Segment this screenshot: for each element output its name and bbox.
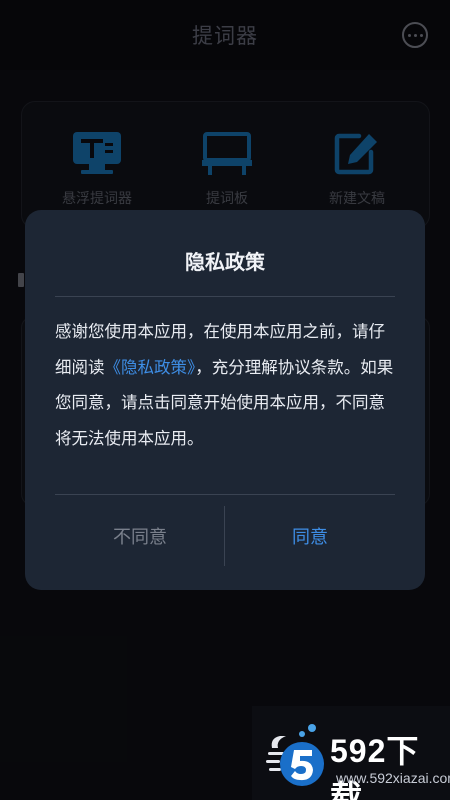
dialog-message: 感谢您使用本应用，在使用本应用之前，请仔细阅读《隐私政策》，充分理解协议条款。如…: [55, 314, 397, 456]
watermark-logo-icon: [266, 718, 326, 790]
disagree-button[interactable]: 不同意: [55, 506, 225, 566]
privacy-policy-link[interactable]: 《隐私政策》: [105, 358, 196, 377]
agree-button[interactable]: 同意: [225, 506, 395, 566]
site-watermark: 592下载 www.592xiazai.com: [252, 706, 450, 800]
divider: [55, 296, 395, 297]
watermark-brand: 592下载: [330, 733, 420, 800]
watermark-url: www.592xiazai.com: [336, 770, 450, 786]
privacy-policy-dialog: 隐私政策 感谢您使用本应用，在使用本应用之前，请仔细阅读《隐私政策》，充分理解协…: [25, 210, 425, 590]
divider: [55, 494, 395, 495]
dialog-title: 隐私政策: [185, 250, 265, 274]
